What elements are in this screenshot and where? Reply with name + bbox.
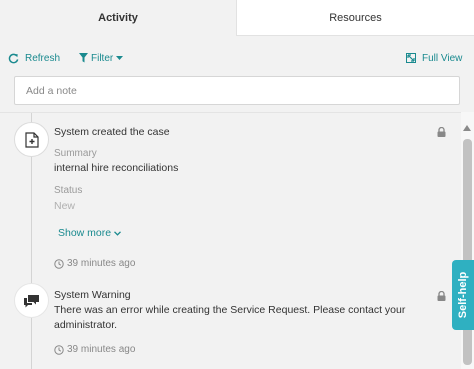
warning-message: There was an error while creating the Se… bbox=[54, 304, 406, 331]
filter-dropdown[interactable]: Filter bbox=[79, 48, 124, 68]
filter-icon bbox=[79, 53, 88, 63]
self-help-label: Self-help bbox=[457, 271, 470, 319]
timestamp: 39 minutes ago bbox=[54, 344, 135, 355]
full-view-label: Full View bbox=[422, 52, 463, 64]
summary-label: Summary bbox=[54, 148, 97, 159]
expand-icon bbox=[406, 53, 416, 63]
show-more-label: Show more bbox=[58, 227, 112, 239]
activity-feed: System created the case Summary internal… bbox=[0, 112, 474, 369]
self-help-button[interactable]: Self-help bbox=[452, 260, 474, 330]
caret-down-icon bbox=[116, 56, 124, 60]
add-note-input[interactable] bbox=[14, 76, 460, 105]
timestamp-text: 39 minutes ago bbox=[67, 258, 136, 269]
document-plus-icon bbox=[14, 122, 49, 157]
timestamp: 39 minutes ago bbox=[54, 258, 135, 269]
summary-value: internal hire reconciliations bbox=[54, 162, 179, 174]
tab-resources[interactable]: Resources bbox=[236, 0, 474, 36]
refresh-label: Refresh bbox=[25, 52, 61, 64]
chevron-down-icon bbox=[114, 230, 122, 236]
timestamp-text: 39 minutes ago bbox=[67, 344, 136, 355]
scrollbar-thumb[interactable] bbox=[463, 139, 472, 365]
lock-icon bbox=[437, 291, 446, 301]
tab-activity[interactable]: Activity bbox=[0, 0, 236, 36]
refresh-button[interactable]: Refresh bbox=[8, 48, 60, 68]
full-view-button[interactable]: Full View bbox=[406, 48, 462, 68]
lock-icon bbox=[437, 127, 446, 137]
chat-bubbles-icon bbox=[14, 283, 49, 318]
status-label: Status bbox=[54, 185, 83, 196]
entry-title: System created the case bbox=[54, 126, 170, 138]
show-more-link[interactable]: Show more bbox=[58, 227, 122, 239]
entry-title: System Warning bbox=[54, 289, 131, 301]
tab-bar: Activity Resources bbox=[0, 0, 474, 36]
clock-icon bbox=[54, 344, 64, 355]
clock-icon bbox=[54, 258, 64, 269]
filter-label: Filter bbox=[91, 52, 114, 64]
status-value: New bbox=[54, 200, 76, 212]
activity-toolbar: Refresh Filter Full View bbox=[0, 48, 474, 68]
refresh-icon bbox=[8, 53, 19, 63]
scroll-up-arrow-icon[interactable] bbox=[463, 125, 471, 131]
